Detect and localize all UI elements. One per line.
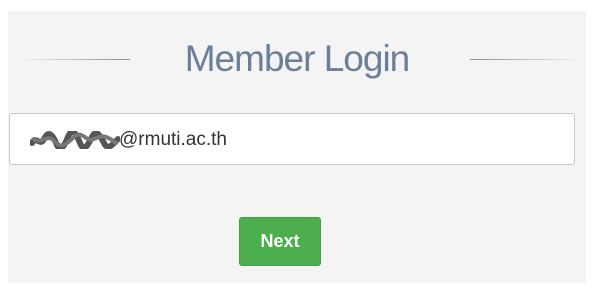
title-divider-right — [470, 59, 574, 60]
next-button[interactable]: Next — [239, 217, 321, 266]
redacted-username-scribble — [30, 131, 120, 149]
title-row: Member Login — [8, 37, 586, 81]
